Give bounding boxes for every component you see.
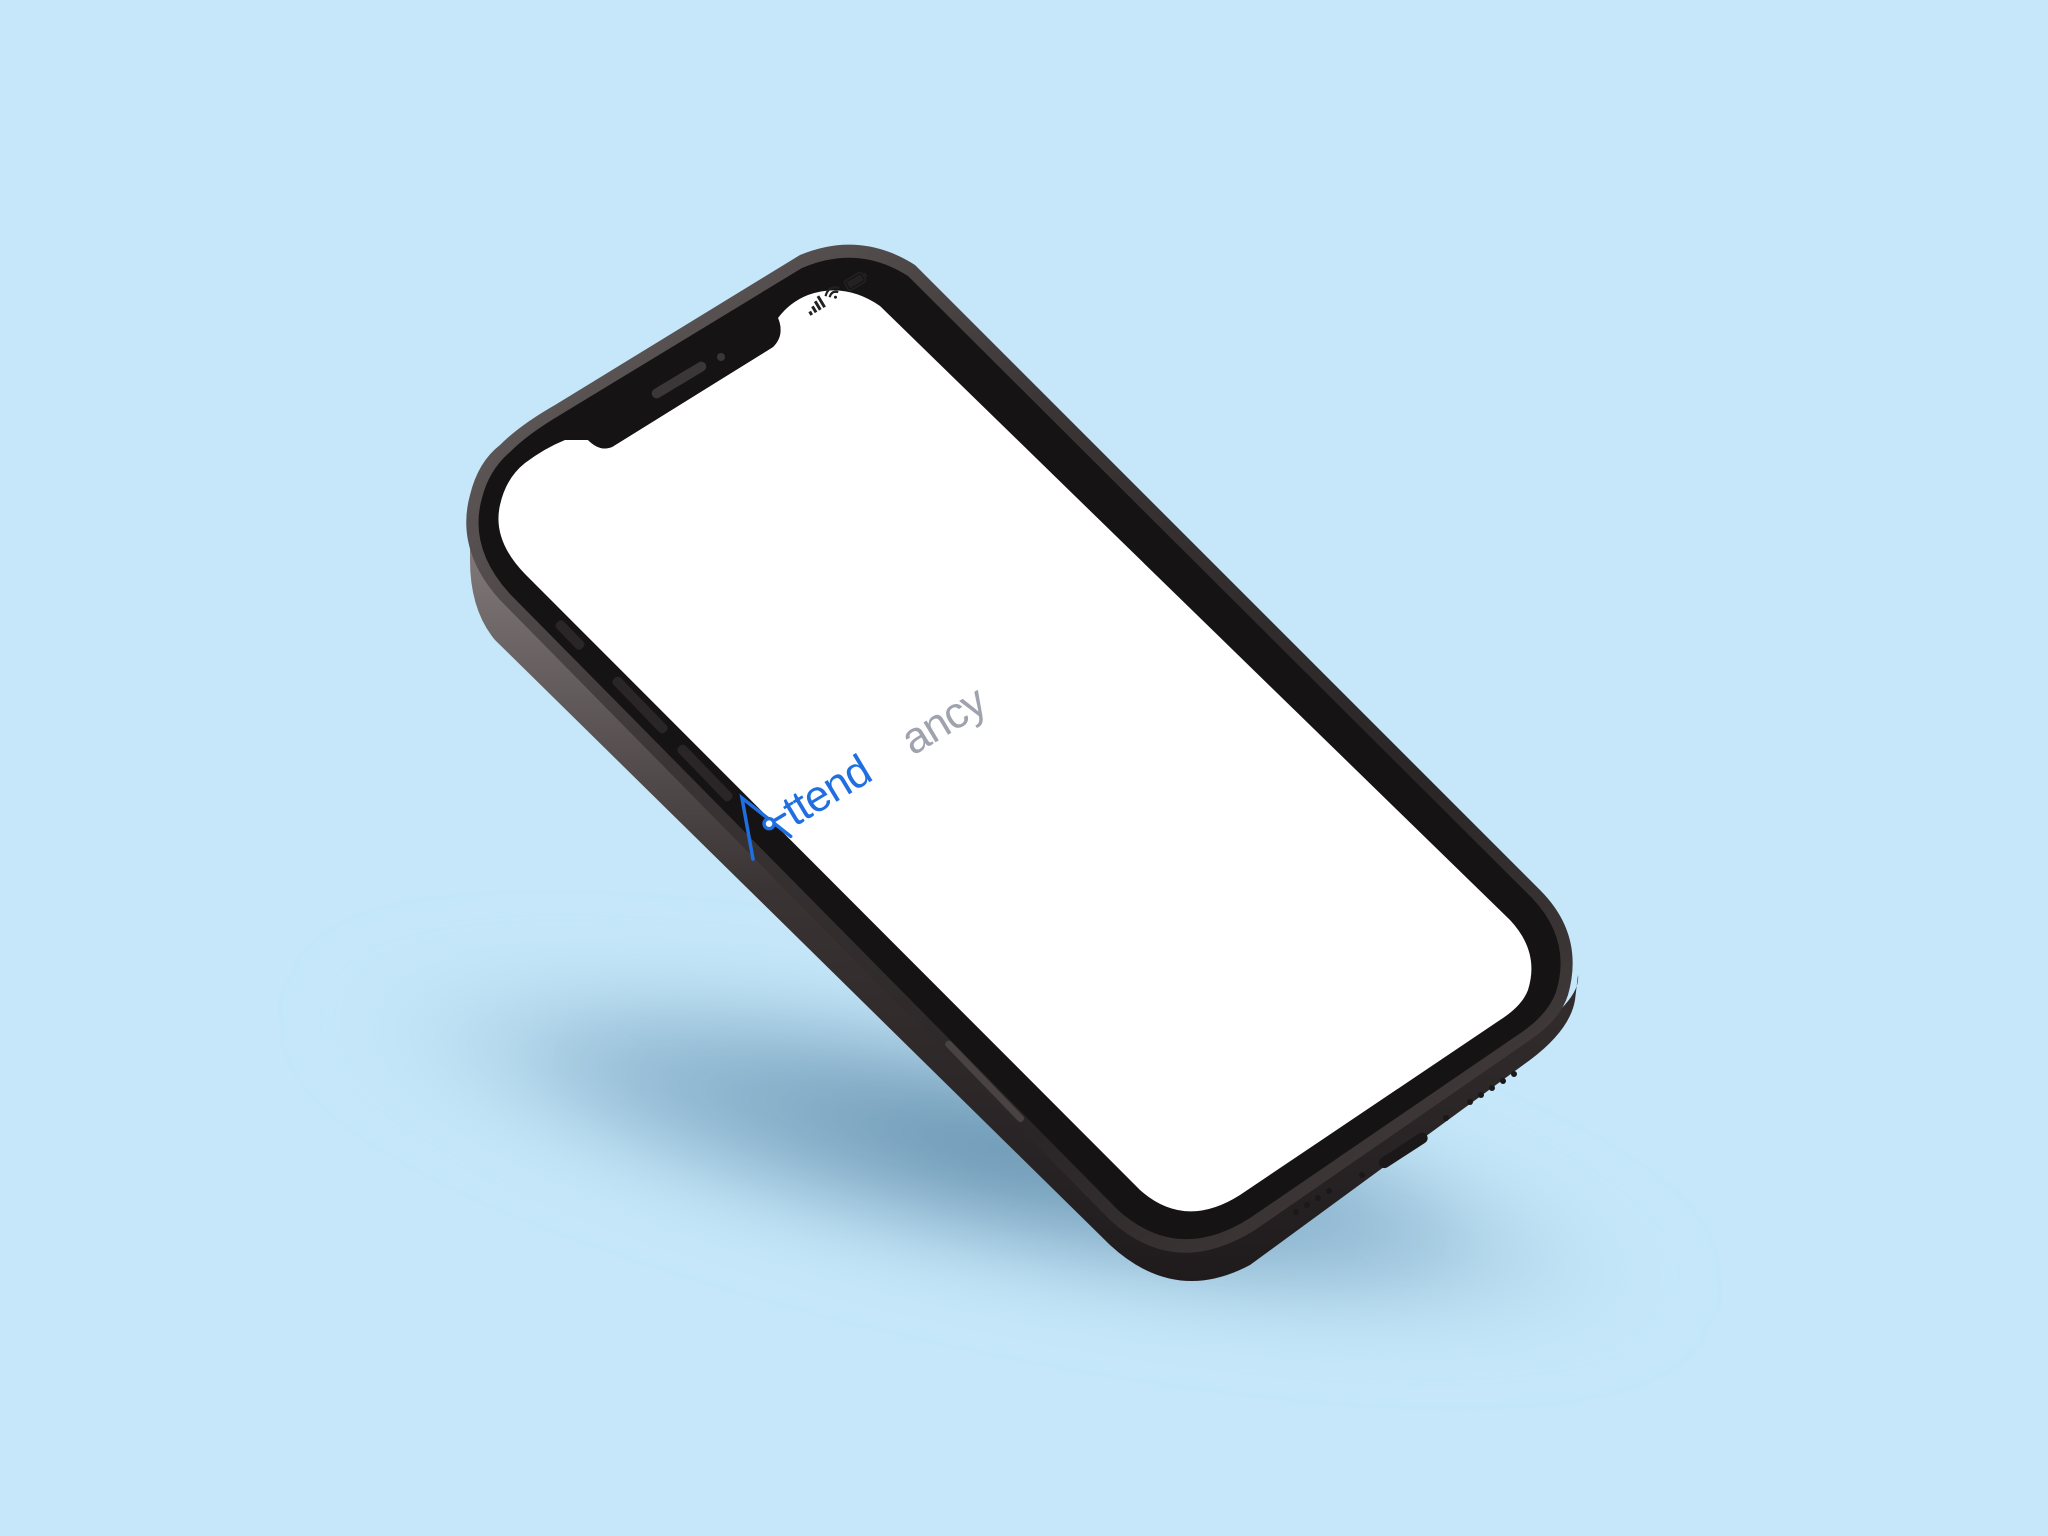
screw-left <box>1359 1172 1365 1178</box>
front-camera-icon <box>717 353 725 361</box>
phone-mockup: ttend ancy <box>314 244 1686 1350</box>
screw-right <box>1443 1115 1449 1121</box>
mockup-scene: ttend ancy <box>0 0 2048 1536</box>
